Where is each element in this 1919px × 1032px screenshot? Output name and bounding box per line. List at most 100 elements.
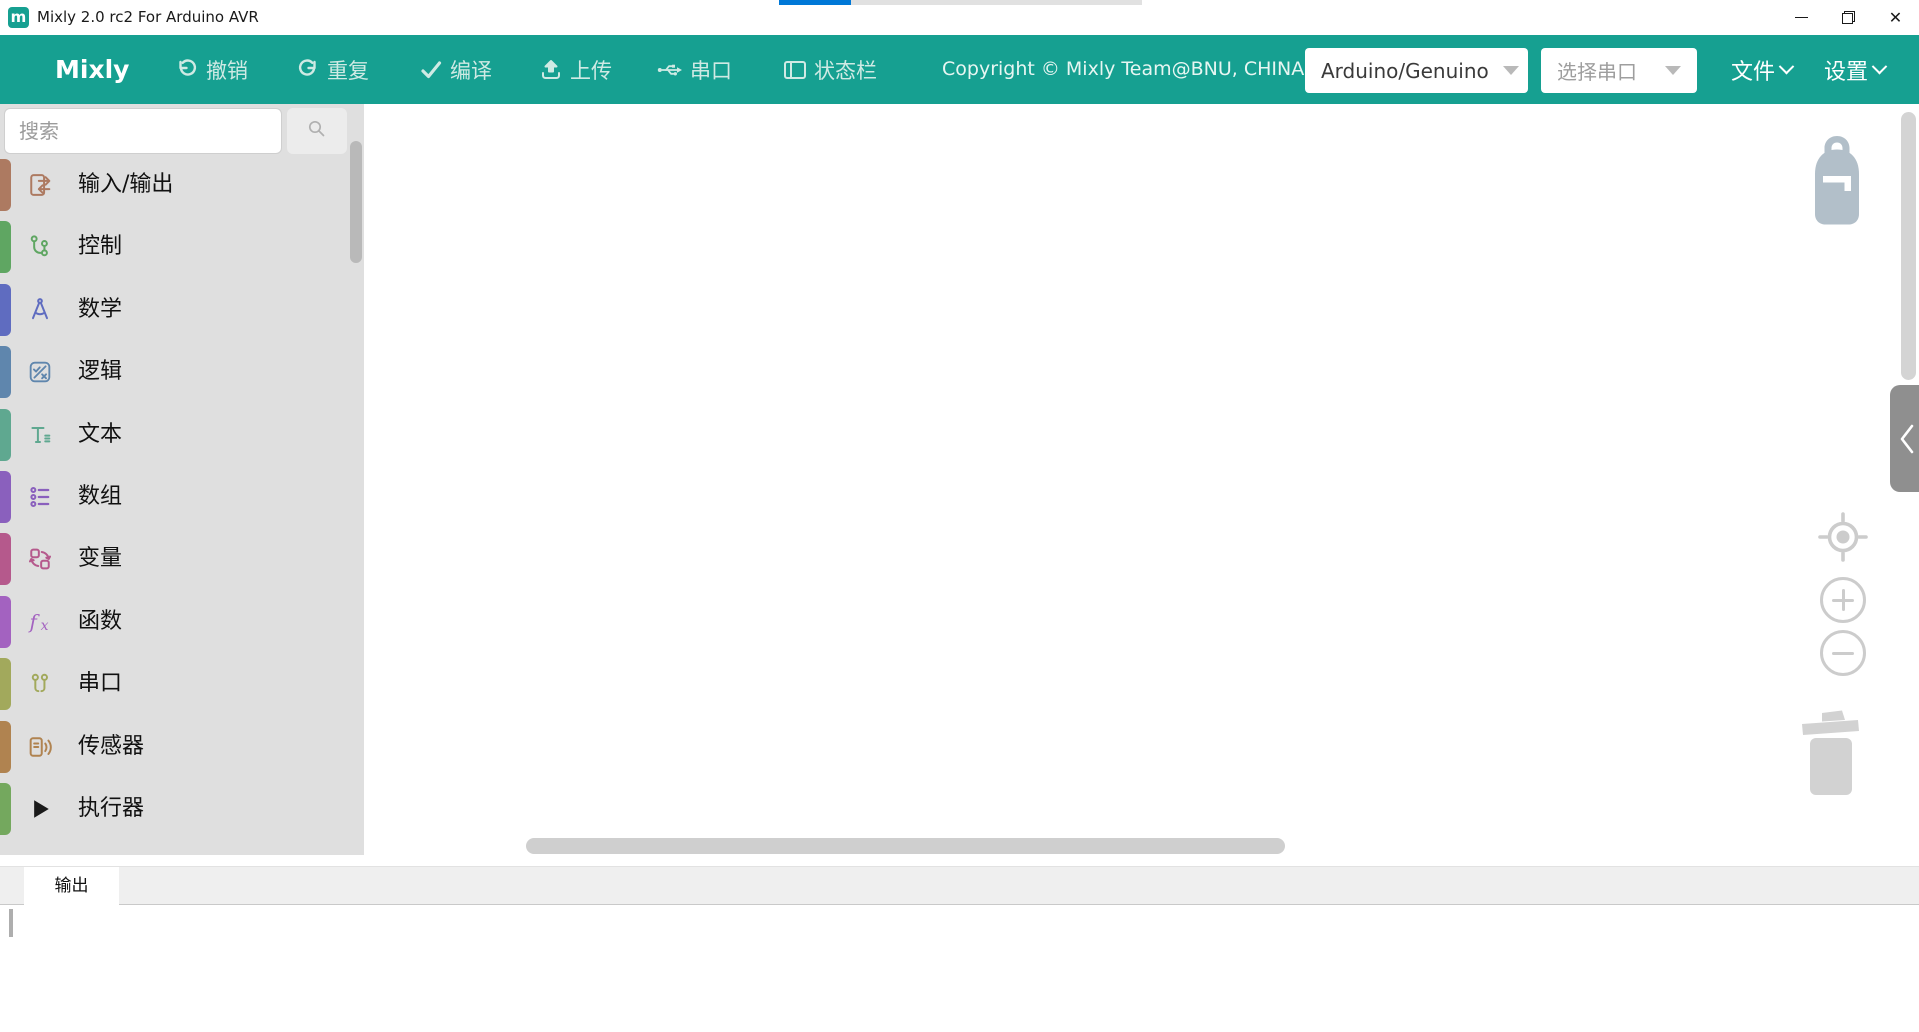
upload-label: 上传 (570, 55, 612, 85)
compile-label: 编译 (450, 55, 492, 85)
chevron-down-icon (1503, 66, 1519, 75)
category-color-bar (0, 596, 11, 648)
chevron-down-icon (1779, 59, 1795, 75)
sidebar-item-control[interactable]: 控制 (0, 216, 364, 278)
redo-icon (296, 58, 320, 82)
svg-text:f: f (28, 610, 41, 633)
minimize-button[interactable] (1778, 0, 1825, 35)
board-select[interactable]: Arduino/Genuino (1305, 48, 1528, 93)
compile-button[interactable]: 编译 (419, 35, 492, 104)
category-label: 执行器 (78, 778, 144, 840)
sidebar-item-serial[interactable]: 串口 (0, 653, 364, 715)
statusbar-icon (783, 59, 807, 81)
mixly-window: m Mixly 2.0 rc2 For Arduino AVR ✕ Mixly … (0, 0, 1919, 1032)
category-label: 串口 (78, 653, 122, 715)
zoom-out-button[interactable] (1820, 630, 1866, 676)
category-color-bar (0, 471, 11, 523)
io-icon (26, 171, 54, 199)
blockly-workspace[interactable] (364, 104, 1919, 855)
svg-text:x: x (41, 618, 49, 634)
category-color-bar (0, 721, 11, 773)
restore-button[interactable] (1825, 0, 1872, 35)
category-label: 传感器 (78, 716, 144, 778)
port-select-placeholder: 选择串口 (1557, 56, 1651, 85)
serial-label: 串口 (690, 55, 732, 85)
search-input[interactable] (4, 108, 282, 154)
mixly-logo-icon: m (8, 7, 29, 28)
flow-icon (26, 233, 54, 261)
tab-output[interactable]: 输出 (24, 867, 119, 905)
copyright-text: Copyright © Mixly Team@BNU, CHINA (942, 35, 1304, 104)
main-toolbar: Mixly 撤销 重复 编译 上传 串口 状态栏 Copyright © Mix… (0, 35, 1919, 104)
block-category-sidebar: 输入/输出 控制 数学 逻辑 文本 数组 (0, 104, 364, 855)
undo-icon (175, 58, 199, 82)
category-label: 数学 (78, 279, 122, 341)
list-icon (26, 483, 54, 511)
sidebar-item-sensor[interactable]: 传感器 (0, 716, 364, 778)
board-select-value: Arduino/Genuino (1321, 59, 1489, 83)
undo-button[interactable]: 撤销 (175, 35, 248, 104)
sidebar-item-math[interactable]: 数学 (0, 279, 364, 341)
bottom-tabstrip: 输出 (0, 866, 1919, 905)
minimize-icon (1795, 17, 1808, 18)
port-select[interactable]: 选择串口 (1541, 48, 1697, 93)
sidebar-item-variable[interactable]: 变量 (0, 528, 364, 590)
logic-check-icon (26, 358, 54, 386)
category-color-bar (0, 159, 11, 211)
sidebar-item-array[interactable]: 数组 (0, 466, 364, 528)
sidebar-item-actuator[interactable]: 执行器 (0, 778, 364, 840)
category-color-bar (0, 221, 11, 273)
backpack-icon[interactable] (1806, 134, 1868, 232)
check-icon (419, 58, 443, 82)
upload-icon (539, 58, 563, 82)
undo-label: 撤销 (206, 55, 248, 85)
top-mini-scrollbar[interactable] (779, 0, 1142, 5)
sensor-icon (26, 733, 54, 761)
settings-menu-label: 设置 (1824, 54, 1868, 86)
collapse-panel-handle[interactable] (1890, 385, 1919, 492)
close-icon: ✕ (1889, 10, 1902, 26)
sidebar-item-text[interactable]: 文本 (0, 404, 364, 466)
sidebar-item-logic[interactable]: 逻辑 (0, 341, 364, 403)
top-mini-scrollbar-thumb[interactable] (779, 0, 851, 5)
canvas-horizontal-scrollbar-thumb[interactable] (526, 838, 1285, 854)
category-label: 数组 (78, 466, 122, 528)
window-title: Mixly 2.0 rc2 For Arduino AVR (37, 0, 259, 35)
restore-icon (1842, 11, 1855, 24)
category-label: 函数 (78, 591, 122, 653)
statusbar-button[interactable]: 状态栏 (783, 35, 877, 104)
category-label: 文本 (78, 404, 122, 466)
title-bar: m Mixly 2.0 rc2 For Arduino AVR ✕ (0, 0, 1919, 35)
settings-menu[interactable]: 设置 (1824, 35, 1885, 104)
sidebar-item-function[interactable]: fx 函数 (0, 591, 364, 653)
chevron-left-icon (1896, 421, 1918, 457)
sidebar-item-io[interactable]: 输入/输出 (0, 154, 364, 216)
trash-icon[interactable] (1796, 708, 1864, 802)
search-icon (305, 117, 329, 145)
category-label: 输入/输出 (78, 154, 173, 216)
category-label: 逻辑 (78, 341, 122, 403)
output-console[interactable] (0, 905, 1919, 1032)
statusbar-label: 状态栏 (814, 55, 877, 85)
search-button[interactable] (287, 108, 347, 154)
file-menu[interactable]: 文件 (1731, 35, 1792, 104)
redo-button[interactable]: 重复 (296, 35, 369, 104)
minus-icon (1832, 652, 1854, 655)
zoom-in-button[interactable] (1820, 577, 1866, 623)
category-color-bar (0, 533, 11, 585)
category-color-bar (0, 346, 11, 398)
output-caret (9, 909, 13, 937)
sidebar-scrollbar-thumb[interactable] (350, 141, 362, 263)
upload-button[interactable]: 上传 (539, 35, 612, 104)
serial-button[interactable]: 串口 (657, 35, 732, 104)
file-menu-label: 文件 (1731, 54, 1775, 86)
close-button[interactable]: ✕ (1872, 0, 1919, 35)
usb-icon (657, 62, 683, 78)
canvas-vertical-scrollbar-thumb[interactable] (1901, 112, 1916, 380)
category-color-bar (0, 783, 11, 835)
category-label: 控制 (78, 216, 122, 278)
compass-icon (26, 296, 54, 324)
pins-icon (26, 670, 54, 698)
crosshair-icon[interactable] (1817, 511, 1869, 567)
text-icon (26, 421, 54, 449)
